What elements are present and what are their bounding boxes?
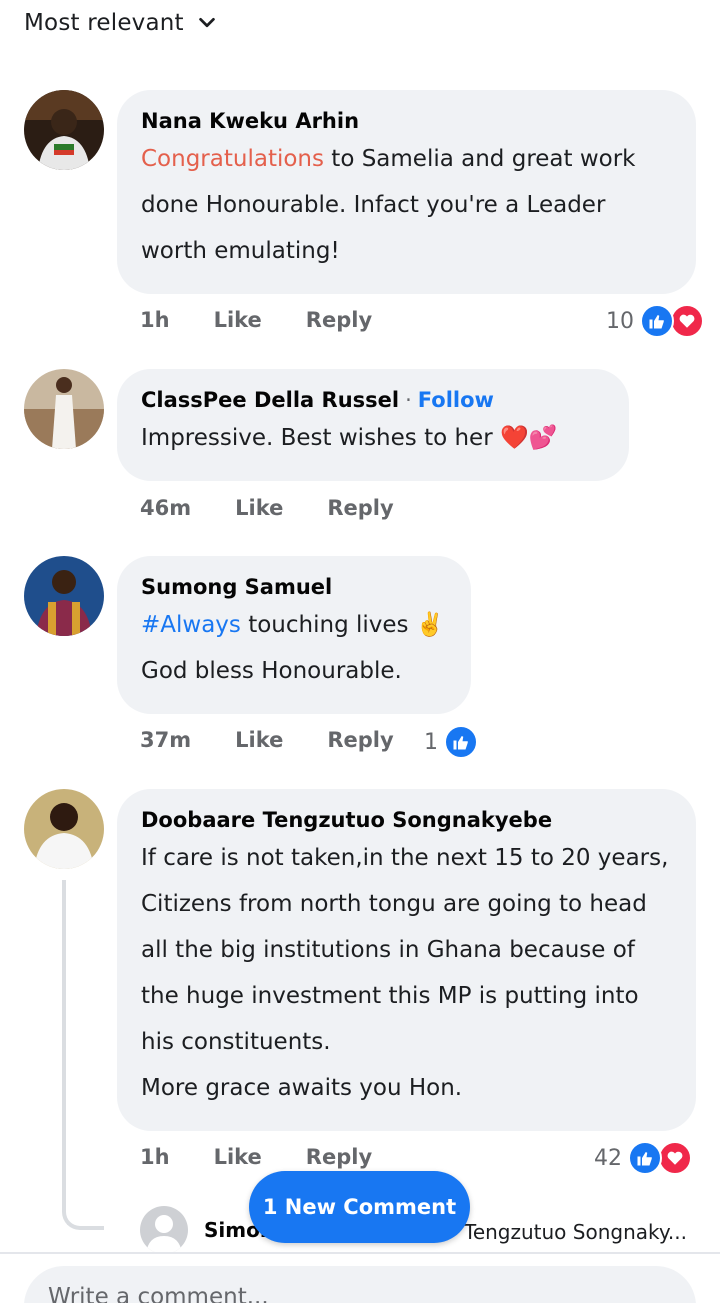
reaction-count: 1 bbox=[424, 729, 438, 755]
reply-button[interactable]: Reply bbox=[327, 496, 393, 520]
comment-author[interactable]: Nana Kweku Arhin bbox=[141, 106, 674, 136]
chevron-down-icon bbox=[198, 17, 215, 28]
comment-actions: 46m Like Reply bbox=[140, 496, 438, 520]
separator-dot: · bbox=[405, 388, 412, 412]
comment-bubble[interactable]: Sumong Samuel #Always touching lives ✌️ … bbox=[117, 556, 471, 714]
reply-button[interactable]: Reply bbox=[327, 728, 393, 752]
reaction-summary[interactable]: 10 bbox=[606, 304, 704, 338]
comment-text-line: God bless Honourable. bbox=[141, 658, 402, 684]
comment-time[interactable]: 1h bbox=[140, 308, 170, 332]
comment-author: ClassPee Della Russel · Follow bbox=[141, 385, 607, 415]
comment-time[interactable]: 1h bbox=[140, 1145, 170, 1169]
comments-page: Most relevant Nana Kweku Arhin Congratul… bbox=[0, 0, 720, 1303]
avatar[interactable] bbox=[24, 556, 104, 636]
default-avatar-icon bbox=[140, 1206, 188, 1254]
comment-author[interactable]: Sumong Samuel bbox=[141, 572, 449, 602]
comment-text: #Always touching lives ✌️ bbox=[141, 602, 449, 648]
reply-button[interactable]: Reply bbox=[306, 308, 372, 332]
reaction-summary[interactable]: 42 bbox=[594, 1141, 692, 1175]
like-button[interactable]: Like bbox=[214, 1145, 262, 1169]
avatar[interactable] bbox=[24, 789, 104, 869]
like-button[interactable]: Like bbox=[214, 308, 262, 332]
reaction-count: 42 bbox=[594, 1145, 622, 1171]
author-name[interactable]: ClassPee Della Russel bbox=[141, 385, 399, 415]
comment-actions: 37m Like Reply bbox=[140, 728, 438, 752]
comment-body: touching lives ✌️ bbox=[240, 612, 445, 638]
avatar[interactable] bbox=[24, 90, 104, 170]
comment-bubble[interactable]: Nana Kweku Arhin Congratulations to Same… bbox=[117, 90, 696, 294]
comment-time[interactable]: 46m bbox=[140, 496, 191, 520]
like-button[interactable]: Like bbox=[235, 496, 283, 520]
comment-actions: 1h Like Reply bbox=[140, 308, 416, 332]
comment-text: Impressive. Best wishes to her ❤️💕 bbox=[141, 425, 558, 451]
comment-text-line: More grace awaits you Hon. bbox=[141, 1075, 463, 1101]
reply-button[interactable]: Reply bbox=[306, 1145, 372, 1169]
reaction-count: 10 bbox=[606, 308, 634, 334]
comment-text: Congratulations to Samelia and great wor… bbox=[141, 136, 674, 274]
comment-input[interactable]: Write a comment... bbox=[24, 1266, 696, 1303]
like-reaction-icon bbox=[628, 1141, 662, 1175]
highlight-text[interactable]: Congratulations bbox=[141, 146, 324, 172]
comment-time[interactable]: 37m bbox=[140, 728, 191, 752]
divider bbox=[0, 1252, 720, 1254]
love-reaction-icon bbox=[658, 1141, 692, 1175]
reaction-summary[interactable]: 1 bbox=[424, 725, 478, 759]
comment-bubble[interactable]: ClassPee Della Russel · Follow Impressiv… bbox=[117, 369, 629, 481]
follow-button[interactable]: Follow bbox=[418, 385, 494, 415]
love-reaction-icon bbox=[670, 304, 704, 338]
comment-actions: 1h Like Reply bbox=[140, 1145, 416, 1169]
thread-line bbox=[62, 880, 104, 1230]
reply-preview-text: Tengzutuo Songnaky... bbox=[464, 1220, 687, 1244]
sort-label: Most relevant bbox=[24, 10, 184, 36]
comment-text: If care is not taken,in the next 15 to 2… bbox=[141, 845, 669, 1055]
hashtag-link[interactable]: #Always bbox=[141, 612, 241, 638]
like-reaction-icon bbox=[640, 304, 674, 338]
like-reaction-icon bbox=[444, 725, 478, 759]
new-comment-button[interactable]: 1 New Comment bbox=[249, 1171, 470, 1243]
sort-dropdown[interactable]: Most relevant bbox=[24, 10, 218, 36]
comment-author[interactable]: Doobaare Tengzutuo Songnakyebe bbox=[141, 805, 674, 835]
comment-bubble[interactable]: Doobaare Tengzutuo Songnakyebe If care i… bbox=[117, 789, 696, 1131]
avatar[interactable] bbox=[24, 369, 104, 449]
like-button[interactable]: Like bbox=[235, 728, 283, 752]
